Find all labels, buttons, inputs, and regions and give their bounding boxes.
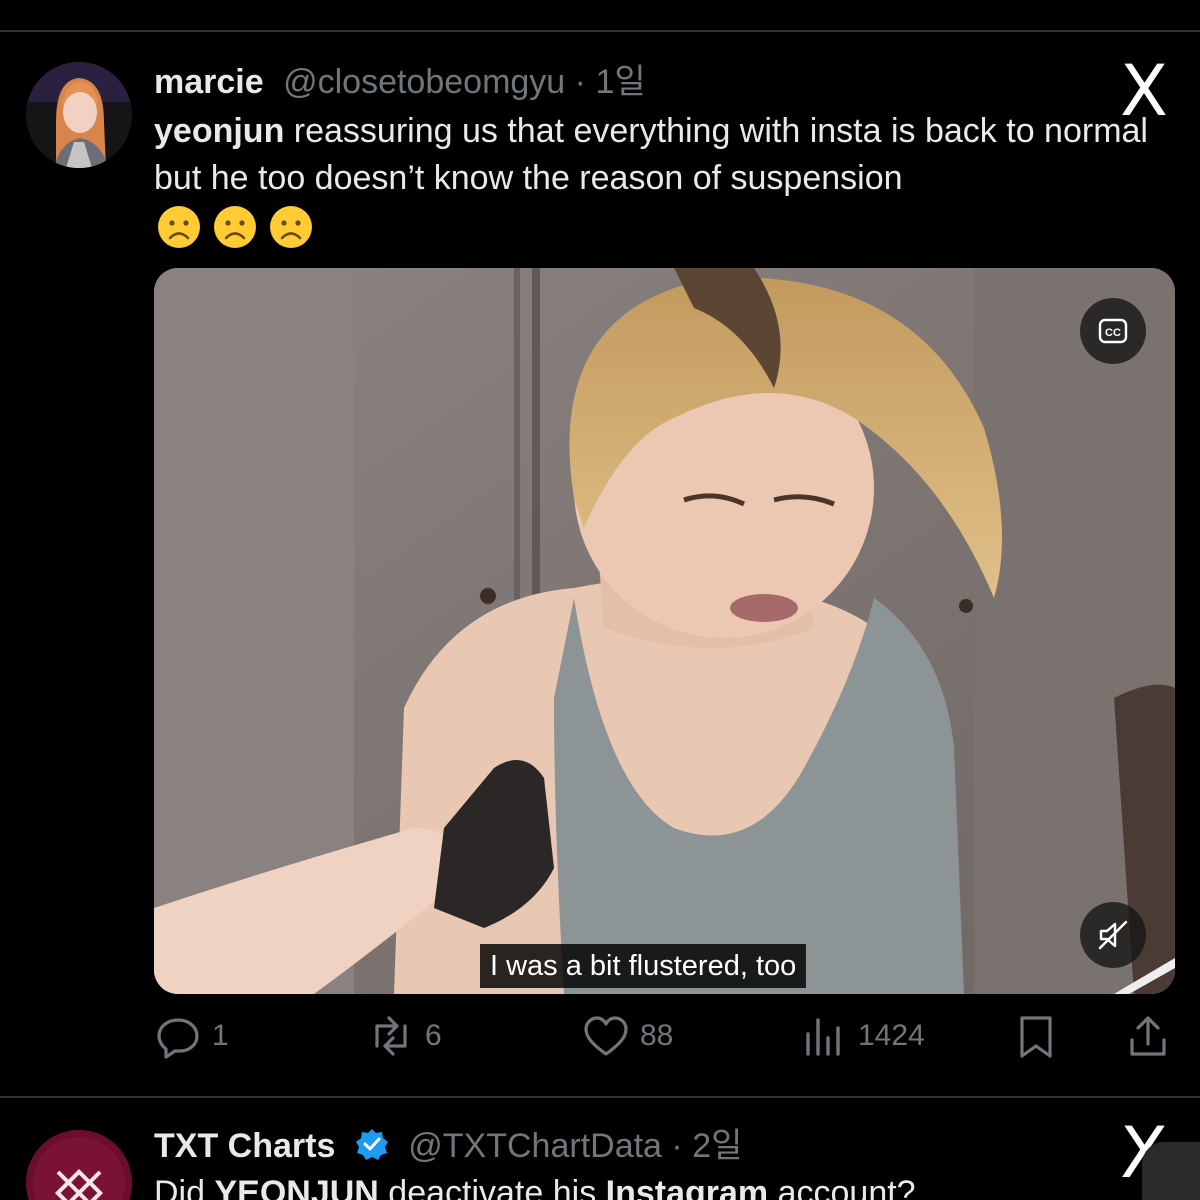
retweet-count: 6 [425, 1019, 442, 1052]
retweet-icon [375, 1016, 407, 1056]
verified-icon [355, 1129, 388, 1160]
tweet-age[interactable]: 2일 [692, 1127, 742, 1165]
frowning-face-icon [270, 206, 312, 248]
tweet[interactable]: TXT Charts @TXTChartData · 2일 X Did YEON… [0, 1098, 1200, 1200]
avatar[interactable] [26, 62, 132, 168]
tweet-text-bold: yeonjun [154, 112, 285, 150]
tweet-text-post: account? [768, 1174, 916, 1200]
tweet-text: Did YEONJUN deactivate his Instagram acc… [154, 1170, 1164, 1200]
display-name[interactable]: TXT Charts [154, 1127, 335, 1165]
emoji-row [156, 204, 314, 250]
video-player[interactable]: CC I was a bit flustered, too [154, 268, 1175, 994]
user-handle[interactable]: @closetobeomgyu [283, 63, 565, 101]
display-name[interactable]: marcie [154, 63, 264, 101]
share-icon [1130, 1016, 1166, 1056]
tweet-text-rest: reassuring us that everything with insta… [154, 112, 1148, 197]
separator-dot: · [671, 1127, 683, 1165]
tweet-actions: 1 6 88 1424 [154, 1012, 1175, 1068]
tweet-text-bold: YEONJUN [214, 1174, 379, 1200]
views-button[interactable]: 1424 [800, 1012, 925, 1060]
like-button[interactable]: 88 [582, 1012, 673, 1060]
view-count: 1424 [858, 1019, 925, 1052]
tweet-text-mid: deactivate his [378, 1174, 606, 1200]
mute-icon [1098, 920, 1128, 950]
avatar[interactable] [26, 1130, 132, 1200]
bookmark-icon [1020, 1016, 1052, 1058]
bookmark-button[interactable] [1012, 1012, 1060, 1060]
cc-label: CC [1105, 327, 1121, 339]
reply-count: 1 [212, 1019, 229, 1052]
like-count: 88 [640, 1019, 674, 1052]
floating-button[interactable] [1142, 1142, 1200, 1200]
reply-icon [157, 1018, 199, 1059]
tweet-text: yeonjun reassuring us that everything wi… [154, 108, 1164, 202]
cc-icon: CC [1098, 318, 1128, 344]
like-icon [584, 1016, 628, 1056]
video-frame [154, 268, 1175, 994]
share-button[interactable] [1124, 1012, 1172, 1060]
frowning-face-icon [214, 206, 256, 248]
tweet-header: TXT Charts @TXTChartData · 2일 [154, 1126, 742, 1166]
reply-button[interactable]: 1 [154, 1012, 229, 1060]
user-handle[interactable]: @TXTChartData [408, 1127, 662, 1165]
frowning-face-icon [158, 206, 200, 248]
views-icon [806, 1018, 840, 1056]
tweet[interactable]: marcie @closetobeomgyu · 1일 X yeonjun re… [0, 32, 1200, 1096]
tweet-age[interactable]: 1일 [595, 63, 645, 101]
video-subtitle: I was a bit flustered, too [480, 944, 807, 988]
tweet-text-bold: Instagram [605, 1174, 769, 1200]
tweet-text-pre: Did [154, 1174, 215, 1200]
mute-button[interactable] [1080, 902, 1146, 968]
retweet-button[interactable]: 6 [367, 1012, 442, 1060]
captions-button[interactable]: CC [1080, 298, 1146, 364]
tweet-header: marcie @closetobeomgyu · 1일 [154, 62, 646, 102]
separator-dot: · [574, 63, 586, 101]
